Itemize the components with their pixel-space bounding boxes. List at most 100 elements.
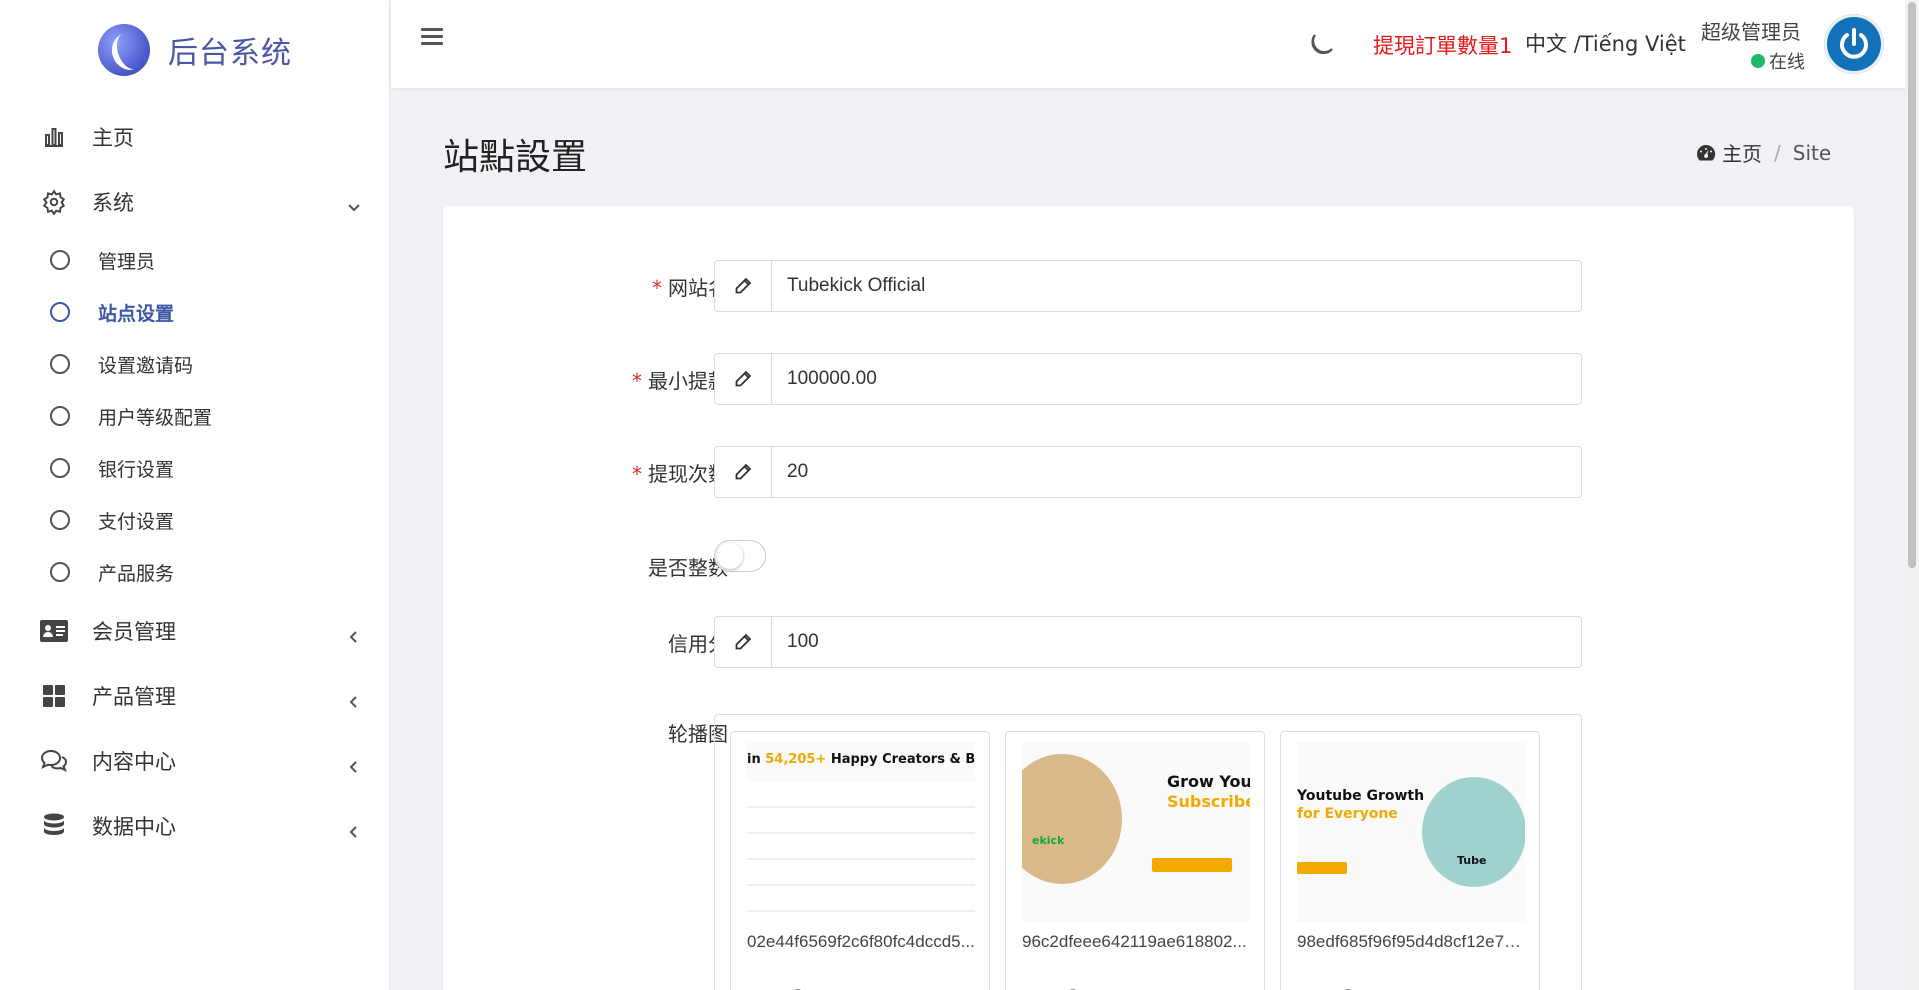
carousel-image: Youtube Growth for Everyone Tube: [1297, 742, 1525, 922]
circle-icon: [50, 302, 70, 322]
carousel-filename: 96c2dfeee642119ae618802...: [1022, 932, 1247, 951]
site-name-field[interactable]: [772, 261, 1581, 311]
system-submenu: 管理员 站点设置 设置邀请码 用户等级配置 银行设置 支付设置 产品服务: [0, 234, 389, 598]
carousel-thumb[interactable]: Youtube Growth for Everyone Tube 98edf68…: [1280, 731, 1540, 990]
toggle-knob: [717, 543, 743, 569]
user-status-text: 在线: [1769, 52, 1805, 73]
withdraw-order-count[interactable]: 提現訂單數量1: [1373, 30, 1512, 60]
chevron-left-icon: [347, 820, 359, 838]
page-scrollbar[interactable]: [1905, 0, 1919, 990]
pencil-icon: [715, 447, 772, 497]
sidebar-item-data[interactable]: 数据中心: [0, 793, 389, 858]
sidebar-item-label: 会员管理: [92, 619, 176, 644]
breadcrumb-separator: /: [1774, 140, 1781, 165]
sidebar: 后台系统 主页 系统 管理员 站点设置 设置邀请码 用户等级配置 银行设置 支付…: [0, 0, 390, 990]
credit-field[interactable]: [772, 617, 1581, 667]
sidebar-subitem-bank[interactable]: 银行设置: [0, 442, 389, 494]
scrollbar-thumb[interactable]: [1908, 2, 1916, 568]
carousel-image: ekick Grow Yout Subscribe: [1022, 742, 1250, 922]
pencil-icon: [715, 354, 772, 404]
avatar-power-icon[interactable]: [1824, 14, 1884, 74]
id-card-icon: [40, 617, 68, 645]
sidebar-item-label: 产品管理: [92, 684, 176, 709]
reviews-image: [747, 782, 975, 922]
hamburger-menu-icon[interactable]: [421, 28, 443, 46]
sidebar-item-label: 内容中心: [92, 749, 176, 774]
user-name: 超级管理员: [1701, 20, 1801, 44]
comments-icon: [40, 747, 68, 775]
grid-icon: [40, 682, 68, 710]
sidebar-subitem-product-service[interactable]: 产品服务: [0, 546, 389, 598]
page-title: 站點設置: [443, 137, 588, 178]
withdraw-times-field[interactable]: [772, 447, 1581, 497]
breadcrumb-current: Site: [1792, 140, 1832, 165]
circle-icon: [50, 510, 70, 530]
credit-input-group: [714, 616, 1582, 668]
person-circle: [1422, 777, 1525, 887]
sidebar-menu: 主页 系统: [0, 104, 389, 234]
chevron-left-icon: [347, 690, 359, 708]
language-switcher[interactable]: 中文 /Tiếng Việt: [1525, 28, 1686, 58]
circle-icon: [50, 354, 70, 374]
carousel-image: in 54,205+ Happy Creators & Brands: [747, 742, 975, 922]
withdraw-times-input-group: [714, 446, 1582, 498]
top-header: 提現訂單數量1 中文 /Tiếng Việt 超级管理员 在线: [391, 0, 1919, 88]
carousel-headline: Grow Yout: [1167, 772, 1250, 791]
sidebar-subitem-label: 用户等级配置: [98, 406, 213, 429]
sidebar-item-members[interactable]: 会员管理: [0, 598, 389, 663]
circle-icon: [50, 562, 70, 582]
brand[interactable]: 后台系统: [0, 0, 389, 100]
sidebar-item-products[interactable]: 产品管理: [0, 663, 389, 728]
database-icon: [40, 812, 68, 840]
person-circle: [1022, 754, 1122, 884]
carousel-gallery: in 54,205+ Happy Creators & Brands 02e44…: [714, 714, 1582, 990]
cta-bar: [1297, 862, 1347, 874]
carousel-headline: Youtube Growth: [1297, 788, 1425, 804]
carousel-headline-2: for Everyone: [1297, 806, 1398, 822]
sidebar-subitem-label: 设置邀请码: [98, 354, 194, 377]
dark-mode-moon-icon[interactable]: [1304, 30, 1336, 62]
min-withdraw-input-group: [714, 353, 1582, 405]
integer-toggle[interactable]: [714, 540, 766, 572]
required-mark: *: [632, 462, 642, 486]
sidebar-item-system[interactable]: 系统: [0, 169, 389, 234]
carousel-thumb[interactable]: in 54,205+ Happy Creators & Brands 02e44…: [730, 731, 990, 990]
required-mark: *: [652, 276, 662, 300]
carousel-logo: Tube: [1457, 854, 1487, 867]
circle-icon: [50, 406, 70, 426]
sidebar-item-label: 系统: [92, 190, 134, 215]
chevron-left-icon: [347, 755, 359, 773]
breadcrumb-home[interactable]: 主页: [1722, 138, 1762, 167]
carousel-filename: 98edf685f96f95d4d8cf12e79...: [1297, 932, 1527, 951]
carousel-logo: ekick: [1032, 834, 1065, 847]
required-mark: *: [632, 369, 642, 393]
breadcrumb: 主页 / Site: [1696, 138, 1831, 167]
sidebar-subitem-label: 管理员: [98, 250, 156, 273]
dashboard-icon: [1696, 144, 1716, 162]
sidebar-item-label: 数据中心: [92, 814, 176, 839]
sidebar-subitem-site-settings[interactable]: 站点设置: [0, 286, 389, 338]
sidebar-subitem-user-levels[interactable]: 用户等级配置: [0, 390, 389, 442]
chevron-down-icon: [347, 196, 360, 211]
online-status-dot: [1751, 54, 1765, 68]
sidebar-subitem-admin[interactable]: 管理员: [0, 234, 389, 286]
brand-logo: [98, 24, 150, 76]
settings-card: *网站名 *最小提款 *提现次数 是否整数 信用分 轮播图: [443, 206, 1854, 990]
bar-chart-icon: [40, 123, 68, 151]
carousel-headline-2: Subscribe: [1167, 792, 1250, 811]
sidebar-item-label: 主页: [92, 125, 134, 150]
sidebar-item-home[interactable]: 主页: [0, 104, 389, 169]
sidebar-subitem-payment[interactable]: 支付设置: [0, 494, 389, 546]
carousel-headline: in 54,205+ Happy Creators & Brands: [747, 752, 975, 767]
sidebar-subitem-label: 支付设置: [98, 510, 175, 533]
sidebar-subitem-label: 银行设置: [98, 458, 175, 481]
sidebar-subitem-invite-code[interactable]: 设置邀请码: [0, 338, 389, 390]
sidebar-item-content[interactable]: 内容中心: [0, 728, 389, 793]
sidebar-subitem-label: 产品服务: [98, 562, 175, 585]
circle-icon: [50, 250, 70, 270]
site-name-input-group: [714, 260, 1582, 312]
carousel-thumb[interactable]: ekick Grow Yout Subscribe 96c2dfeee64211…: [1005, 731, 1265, 990]
min-withdraw-field[interactable]: [772, 354, 1581, 404]
circle-icon: [50, 458, 70, 478]
sidebar-menu-lower: 会员管理 产品管理 内容中心 数据中心: [0, 598, 389, 858]
